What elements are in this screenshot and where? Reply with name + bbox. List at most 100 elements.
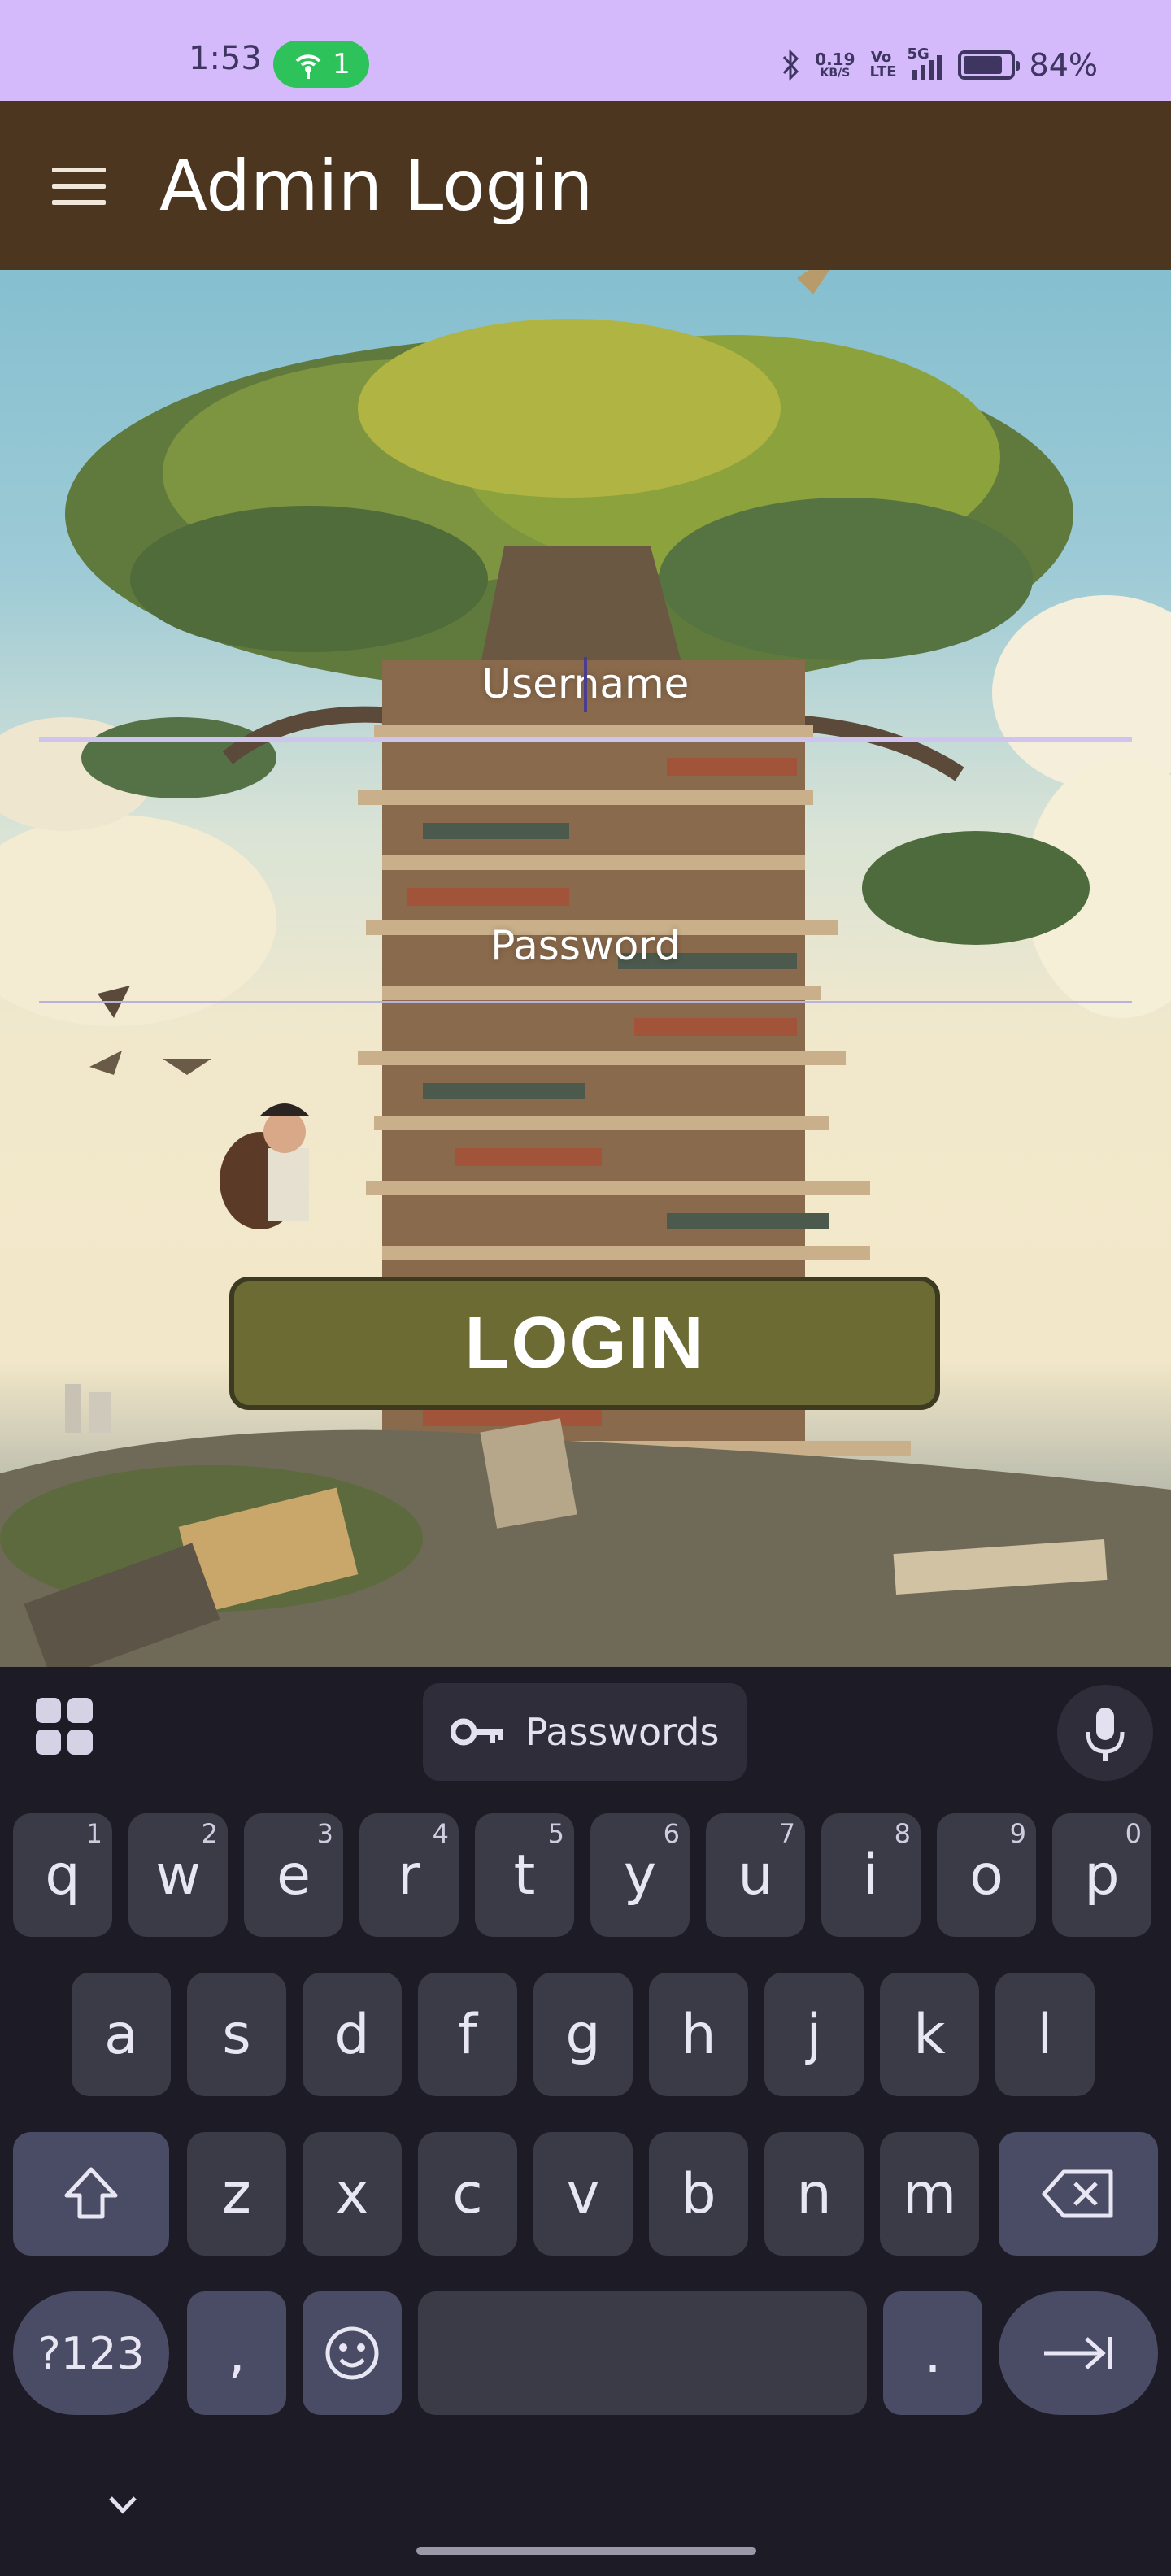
signal-icon bbox=[912, 55, 942, 80]
key-v-label: v bbox=[566, 2161, 600, 2226]
menu-icon[interactable] bbox=[52, 168, 106, 205]
key-u-hint: 7 bbox=[778, 1818, 795, 1849]
net-speed-value: 0.19 bbox=[815, 50, 855, 69]
key-h-label: h bbox=[681, 2002, 716, 2067]
hotspot-count: 1 bbox=[333, 48, 350, 80]
key-n-label: n bbox=[796, 2161, 832, 2226]
passwords-chip[interactable]: Passwords bbox=[423, 1683, 747, 1781]
key-p-hint: 0 bbox=[1125, 1818, 1142, 1849]
password-input[interactable]: Password bbox=[39, 922, 1132, 969]
enter-key[interactable] bbox=[999, 2291, 1158, 2415]
comma-key[interactable]: , bbox=[187, 2291, 286, 2415]
emoji-key[interactable] bbox=[303, 2291, 402, 2415]
key-t-label: t bbox=[513, 1843, 536, 1908]
username-underline bbox=[39, 737, 1132, 742]
apps-grid-icon[interactable] bbox=[36, 1698, 93, 1755]
comma-key-label: , bbox=[228, 2321, 246, 2386]
net-speed: 0.19 KB/S bbox=[815, 51, 855, 79]
key-e[interactable]: e3 bbox=[244, 1813, 343, 1937]
status-icons: 0.19 KB/S Vo LTE 5G 84% bbox=[781, 42, 1098, 88]
background-illustration: Username Password LOGIN bbox=[0, 270, 1171, 1667]
key-x[interactable]: x bbox=[303, 2132, 402, 2256]
key-m[interactable]: m bbox=[880, 2132, 979, 2256]
status-time: 1:53 bbox=[189, 40, 262, 77]
key-p-label: p bbox=[1084, 1843, 1120, 1908]
key-z[interactable]: z bbox=[187, 2132, 286, 2256]
period-key-label: . bbox=[924, 2321, 942, 2386]
key-e-hint: 3 bbox=[316, 1818, 333, 1849]
enter-tab-icon bbox=[1044, 2337, 1112, 2369]
password-field[interactable]: Password bbox=[39, 906, 1132, 1003]
hotspot-indicator[interactable]: 1 bbox=[273, 41, 369, 88]
key-a-label: a bbox=[104, 2002, 138, 2067]
key-z-label: z bbox=[222, 2161, 251, 2226]
key-w-label: w bbox=[155, 1843, 201, 1908]
key-n[interactable]: n bbox=[764, 2132, 864, 2256]
passwords-label: Passwords bbox=[525, 1710, 720, 1754]
key-u[interactable]: u7 bbox=[706, 1813, 805, 1937]
key-t-hint: 5 bbox=[547, 1818, 564, 1849]
key-f[interactable]: f bbox=[418, 1973, 517, 2096]
key-e-label: e bbox=[276, 1843, 311, 1908]
key-r-hint: 4 bbox=[432, 1818, 449, 1849]
key-w[interactable]: w2 bbox=[128, 1813, 228, 1937]
key-y-hint: 6 bbox=[663, 1818, 680, 1849]
key-i-label: i bbox=[863, 1843, 879, 1908]
key-m-label: m bbox=[902, 2161, 957, 2226]
key-a[interactable]: a bbox=[72, 1973, 171, 2096]
emoji-icon bbox=[325, 2326, 379, 2380]
login-button[interactable]: LOGIN bbox=[229, 1277, 940, 1410]
key-k-label: k bbox=[913, 2002, 946, 2067]
keyboard-toolbar: Passwords bbox=[0, 1667, 1171, 1813]
key-i[interactable]: i8 bbox=[821, 1813, 921, 1937]
volte-label: Vo LTE bbox=[869, 49, 897, 80]
key-p[interactable]: p0 bbox=[1052, 1813, 1151, 1937]
key-d-label: d bbox=[334, 2002, 370, 2067]
net-speed-unit: KB/S bbox=[820, 67, 851, 80]
soft-keyboard: Passwords q1w2e3r4t5y6u7i8o9p0asdfghjklz… bbox=[0, 1667, 1171, 2576]
page-title: Admin Login bbox=[159, 146, 594, 227]
key-t[interactable]: t5 bbox=[475, 1813, 574, 1937]
backspace-key[interactable] bbox=[999, 2132, 1158, 2256]
shift-key[interactable] bbox=[13, 2132, 169, 2256]
battery-icon bbox=[957, 50, 1020, 80]
key-icon bbox=[450, 1718, 503, 1746]
key-c-label: c bbox=[452, 2161, 483, 2226]
key-q[interactable]: q1 bbox=[13, 1813, 112, 1937]
battery-percent: 84% bbox=[1029, 47, 1098, 83]
key-x-label: x bbox=[335, 2161, 369, 2226]
key-b-label: b bbox=[681, 2161, 716, 2226]
battery-fill bbox=[963, 56, 1002, 74]
key-d[interactable]: d bbox=[303, 1973, 402, 2096]
key-k[interactable]: k bbox=[880, 1973, 979, 2096]
space-key[interactable] bbox=[418, 2291, 867, 2415]
hotspot-icon bbox=[295, 54, 321, 79]
key-y[interactable]: y6 bbox=[590, 1813, 690, 1937]
key-s[interactable]: s bbox=[187, 1973, 286, 2096]
key-b[interactable]: b bbox=[649, 2132, 748, 2256]
key-g-label: g bbox=[565, 2002, 601, 2067]
mic-icon bbox=[1086, 1708, 1125, 1761]
chevron-down-icon[interactable] bbox=[102, 2488, 143, 2521]
key-o-hint: 9 bbox=[1009, 1818, 1026, 1849]
key-c[interactable]: c bbox=[418, 2132, 517, 2256]
key-o[interactable]: o9 bbox=[937, 1813, 1036, 1937]
username-field[interactable]: Username bbox=[39, 644, 1132, 742]
key-v[interactable]: v bbox=[533, 2132, 633, 2256]
symbols-key[interactable]: ?123 bbox=[13, 2291, 169, 2415]
key-r[interactable]: r4 bbox=[359, 1813, 459, 1937]
key-o-label: o bbox=[969, 1843, 1003, 1908]
bluetooth-icon bbox=[783, 49, 799, 81]
key-j[interactable]: j bbox=[764, 1973, 864, 2096]
key-u-label: u bbox=[738, 1843, 773, 1908]
signal-indicator: 5G bbox=[908, 46, 943, 81]
period-key[interactable]: . bbox=[883, 2291, 982, 2415]
home-indicator[interactable] bbox=[416, 2547, 756, 2555]
shift-icon bbox=[64, 2167, 118, 2219]
key-g[interactable]: g bbox=[533, 1973, 633, 2096]
mic-button[interactable] bbox=[1057, 1685, 1153, 1781]
key-l-label: l bbox=[1037, 2002, 1053, 2067]
key-l[interactable]: l bbox=[995, 1973, 1095, 2096]
key-h[interactable]: h bbox=[649, 1973, 748, 2096]
key-j-label: j bbox=[806, 2002, 822, 2067]
